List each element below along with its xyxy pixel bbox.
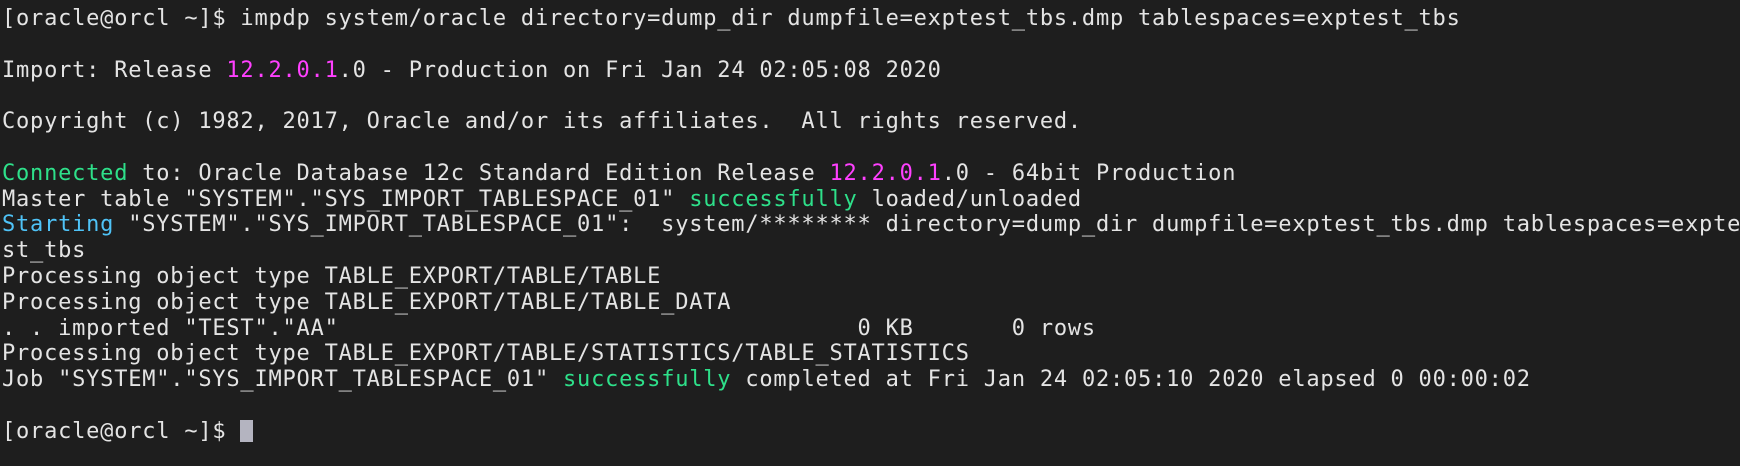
- terminal-line: Processing object type TABLE_EXPORT/TABL…: [2, 290, 1740, 316]
- terminal-text: Processing object type TABLE_EXPORT/TABL…: [2, 289, 732, 315]
- highlight-success: successfully: [563, 367, 732, 393]
- highlight-version: 12.2.0.1: [829, 160, 942, 186]
- terminal-line: Copyright (c) 1982, 2017, Oracle and/or …: [2, 109, 1740, 135]
- terminal-line: Processing object type TABLE_EXPORT/TABL…: [2, 341, 1740, 367]
- terminal-line: st_tbs: [2, 238, 1740, 264]
- highlight-version: 12.2.0.1: [226, 57, 339, 83]
- highlight-success: successfully: [689, 186, 858, 212]
- terminal-text: loaded/unloaded: [857, 186, 1082, 212]
- terminal-text: Master table "SYSTEM"."SYS_IMPORT_TABLES…: [2, 186, 690, 212]
- terminal-text: Copyright (c) 1982, 2017, Oracle and/or …: [2, 109, 1082, 135]
- highlight-success: Connected: [2, 160, 129, 186]
- terminal-line: Connected to: Oracle Database 12c Standa…: [2, 161, 1740, 187]
- terminal-line: Master table "SYSTEM"."SYS_IMPORT_TABLES…: [2, 187, 1740, 213]
- terminal-line: Starting "SYSTEM"."SYS_IMPORT_TABLESPACE…: [2, 212, 1740, 238]
- terminal-line: Processing object type TABLE_EXPORT/TABL…: [2, 264, 1740, 290]
- terminal-text: .0 - Production on Fri Jan 24 02:05:08 2…: [338, 57, 942, 83]
- terminal-text: .0 - 64bit Production: [941, 160, 1237, 186]
- terminal-line: [oracle@orcl ~]$: [2, 419, 1740, 445]
- terminal-text: [oracle@orcl ~]$ impdp system/oracle dir…: [2, 6, 1461, 31]
- terminal-line: Job "SYSTEM"."SYS_IMPORT_TABLESPACE_01" …: [2, 367, 1740, 393]
- terminal-text: [oracle@orcl ~]$: [2, 418, 241, 444]
- terminal-text: Processing object type TABLE_EXPORT/TABL…: [2, 263, 662, 289]
- terminal-text: st_tbs: [2, 238, 87, 264]
- terminal-line: Import: Release 12.2.0.1.0 - Production …: [2, 58, 1740, 84]
- terminal-text: to: Oracle Database 12c Standard Edition…: [128, 160, 830, 186]
- cursor-icon: [240, 419, 254, 442]
- terminal-text: "SYSTEM"."SYS_IMPORT_TABLESPACE_01": sys…: [114, 212, 1740, 238]
- terminal-line: [oracle@orcl ~]$ impdp system/oracle dir…: [2, 6, 1740, 32]
- terminal-text: Import: Release: [2, 57, 227, 83]
- terminal-line: . . imported "TEST"."AA" 0 KB 0 rows: [2, 316, 1740, 342]
- terminal-text: completed at Fri Jan 24 02:05:10 2020 el…: [731, 367, 1531, 393]
- highlight-info: Starting: [2, 212, 115, 238]
- terminal-text: Job "SYSTEM"."SYS_IMPORT_TABLESPACE_01": [2, 367, 564, 393]
- terminal-text: Processing object type TABLE_EXPORT/TABL…: [2, 341, 970, 367]
- terminal-output[interactable]: [oracle@orcl ~]$ impdp system/oracle dir…: [0, 0, 1740, 445]
- terminal-text: . . imported "TEST"."AA" 0 KB 0 rows: [2, 315, 1096, 341]
